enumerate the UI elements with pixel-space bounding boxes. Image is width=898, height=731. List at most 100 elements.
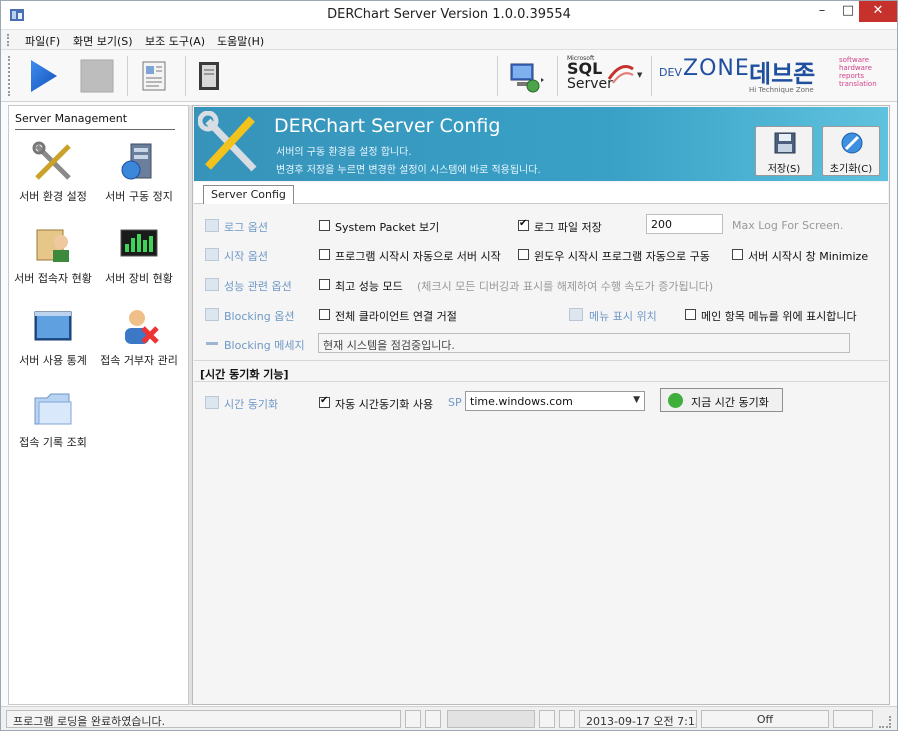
status-datetime: 2013-09-17 오전 7:15 xyxy=(579,710,697,728)
blocking-options-label: Blocking 옵션 xyxy=(224,310,295,323)
nav-server-users[interactable]: 서버 접속자 현황 xyxy=(11,222,95,302)
option-icon xyxy=(205,219,219,232)
option-icon xyxy=(205,248,219,261)
toolbar-separator xyxy=(557,56,558,96)
nav-access-log[interactable]: 접속 기록 조회 xyxy=(11,386,95,466)
toolbar-separator xyxy=(497,56,498,96)
max-perf-checkbox[interactable] xyxy=(319,279,330,290)
menu-tools[interactable]: 보조 도구(A) xyxy=(145,33,205,49)
panel-title: Server Management xyxy=(15,112,128,125)
nav-label: 서버 구동 정지 xyxy=(105,190,173,203)
tools-banner-icon xyxy=(198,111,257,172)
sync-now-button[interactable]: 지금 시간 동기화 xyxy=(660,388,783,412)
time-server-select[interactable]: time.windows.com ▼ xyxy=(465,391,645,411)
nav-deny-users[interactable]: 접속 거부자 관리 xyxy=(97,304,181,384)
user-book-icon xyxy=(36,229,69,262)
app-window: DERChart Server Version 1.0.0.39554 – □ … xyxy=(0,0,898,731)
sync-now-label: 지금 시간 동기화 xyxy=(691,396,769,409)
windows-start-auto-checkbox[interactable] xyxy=(518,249,529,260)
config-subtitle-2: 변경후 저장을 누르면 변경한 설정이 시스템에 바로 적용됩니다. xyxy=(276,165,541,176)
book-icon[interactable] xyxy=(189,56,229,96)
menu-grip xyxy=(7,34,10,46)
server-icon xyxy=(121,143,152,180)
devzone-word: ZONE xyxy=(683,56,750,81)
toolbar-grip xyxy=(8,56,11,96)
stop-icon[interactable] xyxy=(77,56,117,96)
monitor-chart-icon xyxy=(120,229,158,257)
devzone-korean: 데브존 xyxy=(749,60,816,88)
save-button[interactable]: 저장(S) xyxy=(755,126,813,176)
status-cell xyxy=(559,710,575,728)
nav-label: 서버 환경 설정 xyxy=(19,190,87,203)
config-form: 로그 옵션 System Packet 보기 로그 파일 저장 200 Max … xyxy=(194,205,888,702)
tab-strip: Server Config xyxy=(194,182,888,204)
log-options-label: 로그 옵션 xyxy=(224,221,268,234)
sp-label: SP xyxy=(448,396,462,409)
option-icon xyxy=(569,308,583,321)
option-icon xyxy=(205,278,219,291)
block-all-checkbox[interactable] xyxy=(319,309,330,320)
max-log-input[interactable]: 200 xyxy=(646,214,723,234)
nav-server-equipment[interactable]: 서버 장비 현황 xyxy=(97,222,181,302)
main-menu-top-label: 메인 항목 메뉴를 위에 표시합니다 xyxy=(701,310,857,323)
log-file-save-checkbox[interactable] xyxy=(518,218,529,231)
devzone-service: software xyxy=(839,56,870,64)
config-title: DERChart Server Config xyxy=(274,115,501,137)
dash-icon xyxy=(206,342,218,345)
status-progress xyxy=(447,710,535,728)
maximize-button[interactable]: □ xyxy=(835,1,861,22)
sql-server-logo[interactable]: Microsoft SQL Server ▼ xyxy=(567,55,647,97)
status-state: Off xyxy=(701,710,829,728)
play-icon[interactable] xyxy=(23,56,63,96)
option-icon xyxy=(205,396,219,409)
devzone-service: translation xyxy=(839,80,877,88)
toolbar: Microsoft SQL Server ▼ DEV ZONE 데브존 Hi T… xyxy=(1,50,897,102)
status-bar: 프로그램 로딩을 완료하였습니다. 2013-09-17 오전 7:15 Off xyxy=(1,706,897,730)
save-button-label: 저장(S) xyxy=(767,164,801,175)
section-divider xyxy=(194,381,888,382)
status-message: 프로그램 로딩을 완료하였습니다. xyxy=(6,710,401,728)
menu-file[interactable]: 파일(F) xyxy=(25,33,60,49)
toolbar-separator xyxy=(185,56,186,96)
nav-label: 접속 거부자 관리 xyxy=(100,354,178,367)
document-icon[interactable] xyxy=(135,56,175,96)
resize-grip[interactable] xyxy=(879,716,891,728)
option-icon xyxy=(205,308,219,321)
time-sync-section-title: [시간 동기화 기능] xyxy=(200,368,289,381)
server-management-panel: Server Management 서버 환경 설정 서버 구동 정지 서버 접… xyxy=(8,105,189,705)
config-banner: DERChart Server Config 서버의 구동 환경을 설정 합니다… xyxy=(194,107,888,181)
floppy-disk-icon xyxy=(774,132,796,154)
menu-help[interactable]: 도움말(H) xyxy=(217,33,264,49)
nav-server-stop[interactable]: 서버 구동 정지 xyxy=(97,140,181,220)
system-packet-checkbox[interactable] xyxy=(319,220,330,231)
start-minimize-checkbox[interactable] xyxy=(732,249,743,260)
nav-label: 서버 접속자 현황 xyxy=(14,272,92,285)
menu-view[interactable]: 화면 보기(S) xyxy=(73,33,133,49)
network-computer-icon[interactable] xyxy=(505,56,545,96)
menu-bar: 파일(F) 화면 보기(S) 보조 도구(A) 도움말(H) xyxy=(1,30,897,50)
toolbar-separator xyxy=(127,56,128,96)
status-cell xyxy=(425,710,441,728)
window-title: DERChart Server Version 1.0.0.39554 xyxy=(327,7,571,22)
start-minimize-label: 서버 시작시 창 Minimize xyxy=(748,250,869,263)
config-panel: DERChart Server Config 서버의 구동 환경을 설정 합니다… xyxy=(192,105,890,705)
sql-text: SQL xyxy=(567,59,603,78)
reset-button-label: 초기화(C) xyxy=(829,164,873,175)
nav-server-stats[interactable]: 서버 사용 통계 xyxy=(11,304,95,384)
folder-icon xyxy=(34,393,72,425)
nav-server-config[interactable]: 서버 환경 설정 xyxy=(11,140,95,220)
minimize-button[interactable]: – xyxy=(809,1,835,22)
close-button[interactable]: ✕ xyxy=(859,1,897,22)
nav-label: 서버 장비 현황 xyxy=(105,272,173,285)
perf-options-label: 성능 관련 옵션 xyxy=(224,280,292,293)
tools-icon xyxy=(32,141,71,180)
tab-server-config[interactable]: Server Config xyxy=(203,185,294,204)
main-menu-top-checkbox[interactable] xyxy=(685,309,696,320)
blocking-message-input[interactable]: 현재 시스템을 점검중입니다. xyxy=(318,333,850,353)
auto-time-sync-checkbox[interactable] xyxy=(319,395,330,408)
status-cell xyxy=(405,710,421,728)
devzone-services: software hardware reports translation xyxy=(839,56,877,88)
start-auto-server-checkbox[interactable] xyxy=(319,249,330,260)
devzone-service: hardware xyxy=(839,64,872,72)
reset-button[interactable]: 초기화(C) xyxy=(822,126,880,176)
